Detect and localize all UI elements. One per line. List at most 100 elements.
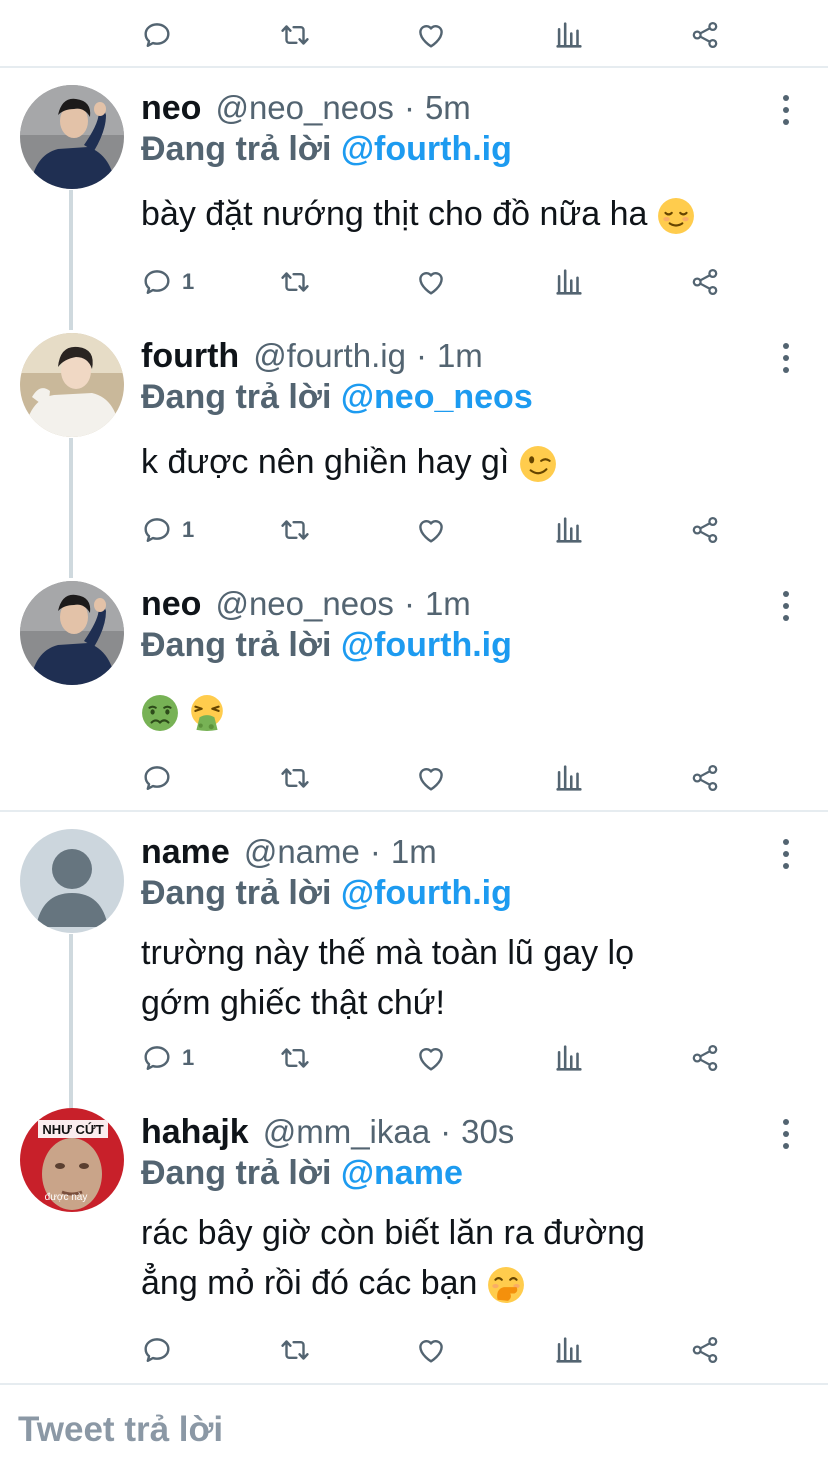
default-avatar-icon <box>20 829 124 933</box>
mention-link[interactable]: @name <box>341 1154 463 1192</box>
stats-button[interactable] <box>552 262 586 302</box>
retweet-icon <box>281 1340 309 1360</box>
tweet-header: fourth @fourth.ig · 1m <box>141 332 483 380</box>
nauseated-face-icon <box>142 695 178 731</box>
display-name[interactable]: fourth <box>141 337 239 376</box>
mention-link[interactable]: @fourth.ig <box>341 874 512 912</box>
display-name[interactable]: neo <box>141 585 201 624</box>
reply-button[interactable]: 1 <box>140 1038 194 1078</box>
retweet-button[interactable] <box>278 15 312 55</box>
share-icon <box>692 764 718 792</box>
timestamp[interactable]: 1m <box>425 585 471 623</box>
share-icon <box>692 1336 718 1364</box>
tweet-text-line: trường này thế mà toàn lũ gay lọ <box>141 934 634 972</box>
tweet-text-content: k được nên ghiền hay gì <box>141 443 510 481</box>
reply-button[interactable]: 1 <box>140 510 194 550</box>
tweet-text-content: ẳng mỏ rồi đó các bạn <box>141 1264 478 1302</box>
reply-icon <box>144 766 170 790</box>
like-button[interactable] <box>414 15 448 55</box>
like-button[interactable] <box>414 1330 448 1370</box>
mention-link[interactable]: @fourth.ig <box>341 626 512 664</box>
stats-button[interactable] <box>552 1330 586 1370</box>
display-name[interactable]: name <box>141 833 230 872</box>
share-icon <box>692 1044 718 1072</box>
retweet-button[interactable] <box>278 1038 312 1078</box>
more-options-icon[interactable] <box>774 95 798 125</box>
like-button[interactable] <box>414 262 448 302</box>
stats-button[interactable] <box>552 1038 586 1078</box>
separator-dot: · <box>415 337 427 374</box>
avatar[interactable] <box>20 85 124 189</box>
stats-button[interactable] <box>552 15 586 55</box>
timestamp[interactable]: 1m <box>437 337 483 375</box>
share-button[interactable] <box>688 1330 722 1370</box>
more-options-icon[interactable] <box>774 591 798 621</box>
replying-to: Đang trả lời @fourth.ig <box>141 626 512 672</box>
more-options-icon[interactable] <box>774 839 798 869</box>
share-button[interactable] <box>688 15 722 55</box>
tweet-text: k được nên ghiền hay gì <box>141 437 801 487</box>
thread-line <box>69 190 73 330</box>
display-name[interactable]: neo <box>141 89 201 128</box>
heart-icon <box>419 520 443 543</box>
share-button[interactable] <box>688 758 722 798</box>
share-button[interactable] <box>688 1038 722 1078</box>
divider <box>0 66 828 68</box>
user-handle[interactable]: @name <box>244 833 360 871</box>
heart-icon <box>419 768 443 791</box>
tweet-header: neo @neo_neos · 1m <box>141 580 471 628</box>
retweet-button[interactable] <box>278 262 312 302</box>
share-button[interactable] <box>688 262 722 302</box>
retweet-button[interactable] <box>278 758 312 798</box>
user-handle[interactable]: @mm_ikaa <box>263 1113 430 1151</box>
user-handle[interactable]: @neo_neos <box>215 585 393 623</box>
tweet-text-line: gớm ghiếc thật chứ! <box>141 984 445 1022</box>
share-icon <box>692 268 718 296</box>
display-name[interactable]: hahajk <box>141 1113 249 1152</box>
reply-button[interactable] <box>140 1330 182 1370</box>
like-button[interactable] <box>414 758 448 798</box>
replying-to-label: Đang trả lời <box>141 874 332 912</box>
mention-link[interactable]: @fourth.ig <box>341 130 512 168</box>
heart-icon <box>419 1340 443 1363</box>
timestamp[interactable]: 1m <box>391 833 437 871</box>
avatar-caption: NHƯ CỨT <box>42 1122 103 1137</box>
reply-count: 1 <box>182 1045 195 1070</box>
avatar[interactable] <box>20 581 124 685</box>
timestamp[interactable]: 5m <box>425 89 471 127</box>
user-handle[interactable]: @neo_neos <box>215 89 393 127</box>
retweet-icon <box>281 520 309 540</box>
reply-compose-input[interactable]: Tweet trả lời <box>18 1410 223 1450</box>
more-options-icon[interactable] <box>774 1119 798 1149</box>
timestamp[interactable]: 30s <box>461 1113 514 1151</box>
retweet-button[interactable] <box>278 1330 312 1370</box>
avatar[interactable] <box>20 333 124 437</box>
tweet-text: bày đặt nướng thịt cho đồ nữa ha <box>141 189 801 239</box>
user-handle[interactable]: @fourth.ig <box>253 337 406 375</box>
share-button[interactable] <box>688 510 722 550</box>
more-options-icon[interactable] <box>774 343 798 373</box>
reply-button[interactable] <box>140 15 174 55</box>
reply-count: 1 <box>182 517 195 542</box>
stats-button[interactable] <box>552 758 586 798</box>
like-button[interactable] <box>414 1038 448 1078</box>
vomiting-face-icon <box>191 695 224 731</box>
avatar[interactable] <box>20 829 124 933</box>
mention-link[interactable]: @neo_neos <box>341 378 533 416</box>
reply-button[interactable]: 1 <box>140 262 194 302</box>
replying-to-label: Đang trả lời <box>141 1154 332 1192</box>
tweet-text-line: rác bây giờ còn biết lăn ra đường <box>141 1214 645 1252</box>
tweet-header: hahajk @mm_ikaa · 30s <box>141 1108 514 1156</box>
retweet-button[interactable] <box>278 510 312 550</box>
bar-chart-icon <box>556 22 582 48</box>
replying-to-label: Đang trả lời <box>141 130 332 168</box>
share-icon <box>692 516 718 544</box>
reply-button[interactable] <box>140 758 182 798</box>
replying-to: Đang trả lời @fourth.ig <box>141 130 512 176</box>
avatar[interactable]: NHƯ CỨT được này <box>20 1108 124 1212</box>
stats-button[interactable] <box>552 510 586 550</box>
like-button[interactable] <box>414 510 448 550</box>
reply-icon <box>144 518 170 542</box>
replying-to-label: Đang trả lời <box>141 378 332 416</box>
separator-dot: · <box>403 585 415 622</box>
